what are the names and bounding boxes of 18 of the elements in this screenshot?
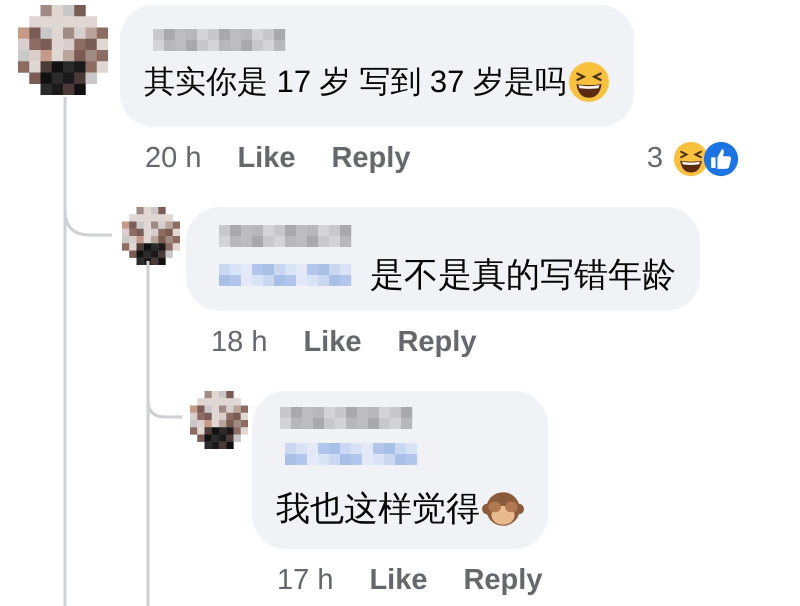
avatar[interactable] [18,5,108,95]
reaction-count: 3 [646,141,664,176]
like-link[interactable]: Like [369,559,428,603]
timestamp: 20 h [145,141,202,176]
like-icon [703,141,740,177]
comment-text: 其实你是 17 岁 写到 37 岁是吗 [144,63,566,101]
reply-link[interactable]: Reply [331,137,410,181]
reply-link[interactable]: Reply [397,321,476,365]
reply-link[interactable]: Reply [463,559,542,603]
like-link[interactable]: Like [237,137,296,181]
like-link[interactable]: Like [303,321,362,365]
timestamp: 18 h [211,325,268,360]
timestamp: 17 h [277,563,334,598]
laughing-emoji-icon [568,61,610,103]
comment-text: 是不是真的写错年龄 [370,255,676,296]
avatar[interactable] [122,207,180,265]
comment-text: 我也这样觉得 [276,489,480,530]
avatar[interactable] [190,391,248,449]
